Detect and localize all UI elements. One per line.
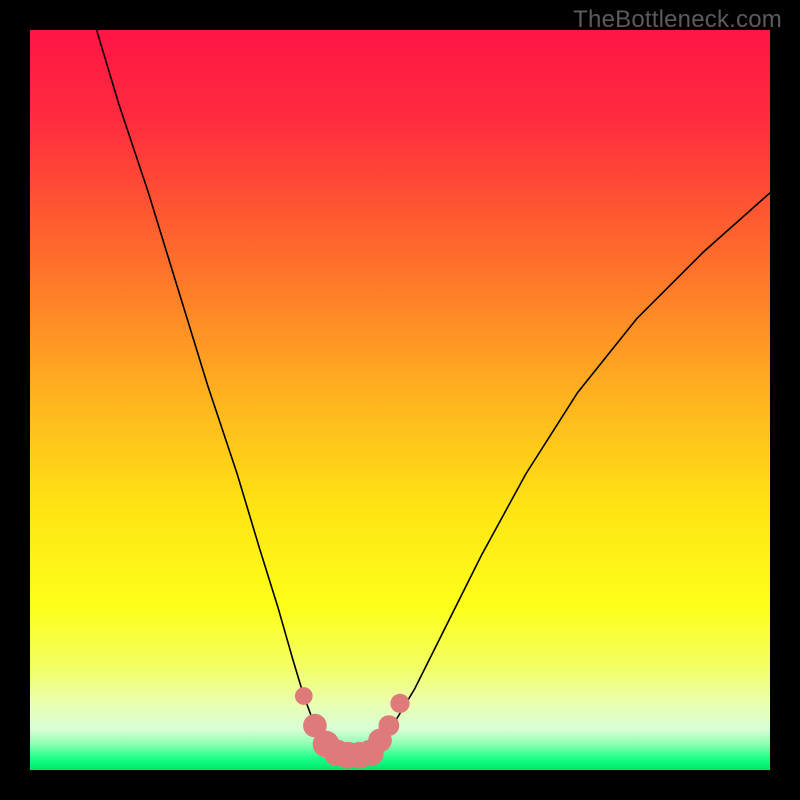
highlight-dot — [390, 694, 409, 713]
chart-overlay — [30, 30, 770, 770]
highlight-dots — [295, 687, 410, 768]
highlight-dot — [379, 715, 400, 736]
chart-frame — [30, 30, 770, 770]
highlight-dot — [295, 687, 313, 705]
bottleneck-curve — [97, 30, 770, 755]
